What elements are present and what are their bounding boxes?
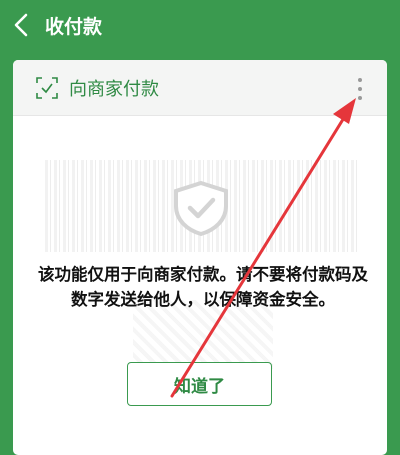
watermark: 头条 @喵星不要钱 (300, 424, 384, 435)
scan-frame-icon (36, 77, 58, 99)
card-header: 向商家付款 (13, 60, 387, 116)
top-bar: 收付款 (0, 0, 400, 50)
security-notice: 该功能仅用于向商家付款。请不要将付款码及数字发送给他人，以保障资金安全。 (38, 265, 368, 309)
payment-card: 向商家付款 该功能仅用于向商家付款。请不要将付款码及数字发送给他人，以保障资金安… (13, 60, 387, 455)
back-arrow-icon[interactable] (10, 11, 34, 39)
page-title: 收付款 (45, 16, 103, 38)
card-title: 向商家付款 (69, 79, 159, 100)
more-vertical-icon[interactable] (353, 76, 367, 102)
shield-check-icon (174, 180, 228, 236)
got-it-button[interactable]: 知道了 (127, 362, 272, 406)
